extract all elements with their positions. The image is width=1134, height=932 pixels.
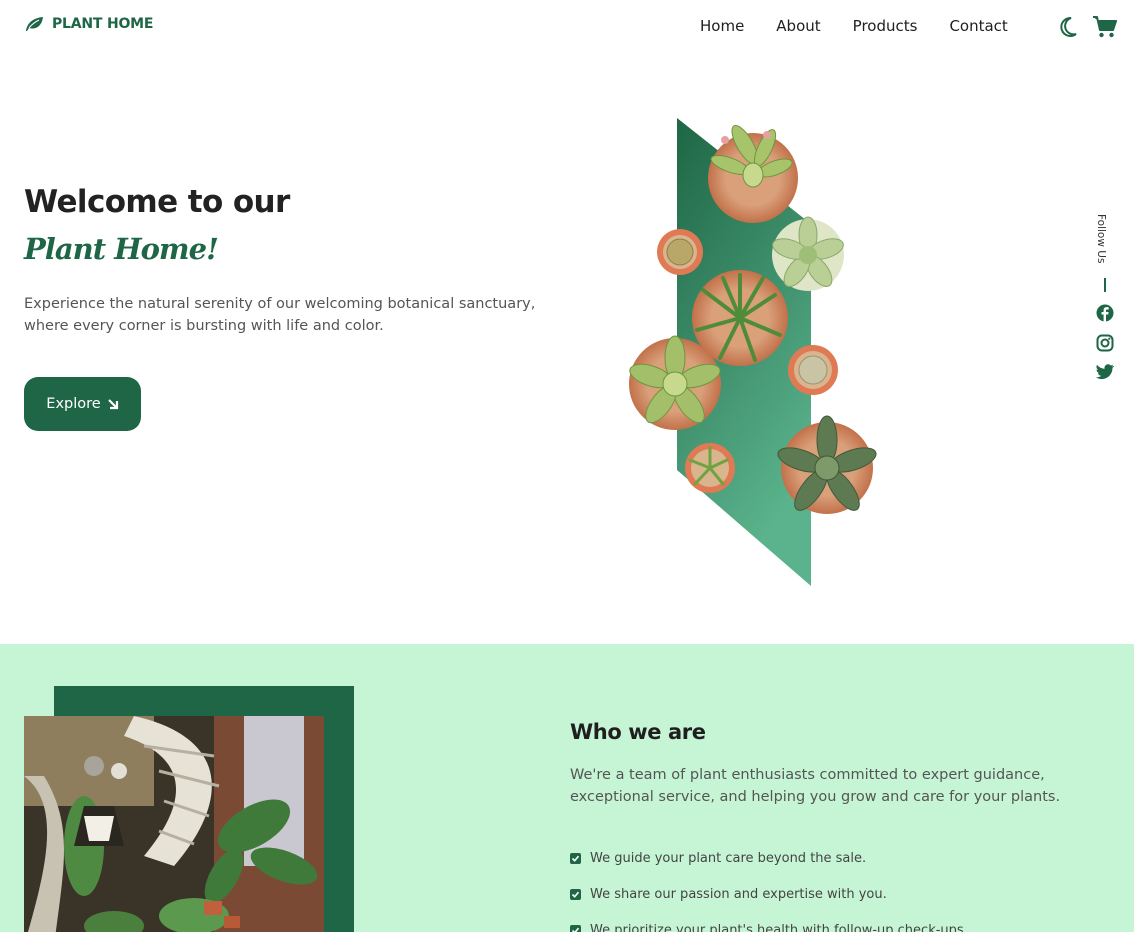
header: PLANT HOME Home About Products Contact [0,0,1134,54]
cart-icon[interactable] [1092,15,1117,39]
moon-icon[interactable] [1058,16,1078,38]
follow-us: Follow Us [1094,214,1118,384]
list-item: We share our passion and expertise with … [570,876,1090,912]
facebook-icon[interactable] [1096,304,1114,322]
about-title: Who we are [570,720,706,744]
nav-home[interactable]: Home [700,17,744,35]
twitter-icon[interactable] [1096,364,1114,380]
checkbox-icon [570,924,581,932]
instagram-icon[interactable] [1096,334,1114,352]
follow-divider [1104,278,1106,292]
hero-subtitle: Plant Home! [24,232,219,266]
hero-description: Experience the natural serenity of our w… [24,296,536,334]
arrow-down-right-icon [107,399,118,410]
list-item: We prioritize your plant's health with f… [570,912,1090,932]
nav-about[interactable]: About [776,17,820,35]
hero-plants-illustration [629,118,877,586]
main-nav: Home About Products Contact [700,17,1008,35]
about-point-text: We guide your plant care beyond the sale… [590,850,867,866]
nav-products[interactable]: Products [853,17,918,35]
plant-staircase-photo [24,716,324,932]
about-description: We're a team of plant enthusiasts commit… [570,767,1061,805]
hero-title: Welcome to our [24,184,290,220]
about-point-text: We share our passion and expertise with … [590,886,887,902]
logo[interactable]: PLANT HOME [24,16,153,32]
list-item: We guide your plant care beyond the sale… [570,840,1090,876]
checkbox-icon [570,852,581,864]
leaf-icon [26,17,43,31]
checkbox-icon [570,888,581,900]
follow-label: Follow Us [1095,214,1107,264]
nav-contact[interactable]: Contact [949,17,1007,35]
explore-button[interactable]: Explore [24,377,141,431]
about-section: Who we are We're a team of plant enthusi… [0,644,1134,932]
about-point-text: We prioritize your plant's health with f… [590,922,968,932]
about-points: We guide your plant care beyond the sale… [570,840,1090,932]
logo-text: PLANT HOME [52,16,154,32]
explore-label: Explore [46,396,101,412]
